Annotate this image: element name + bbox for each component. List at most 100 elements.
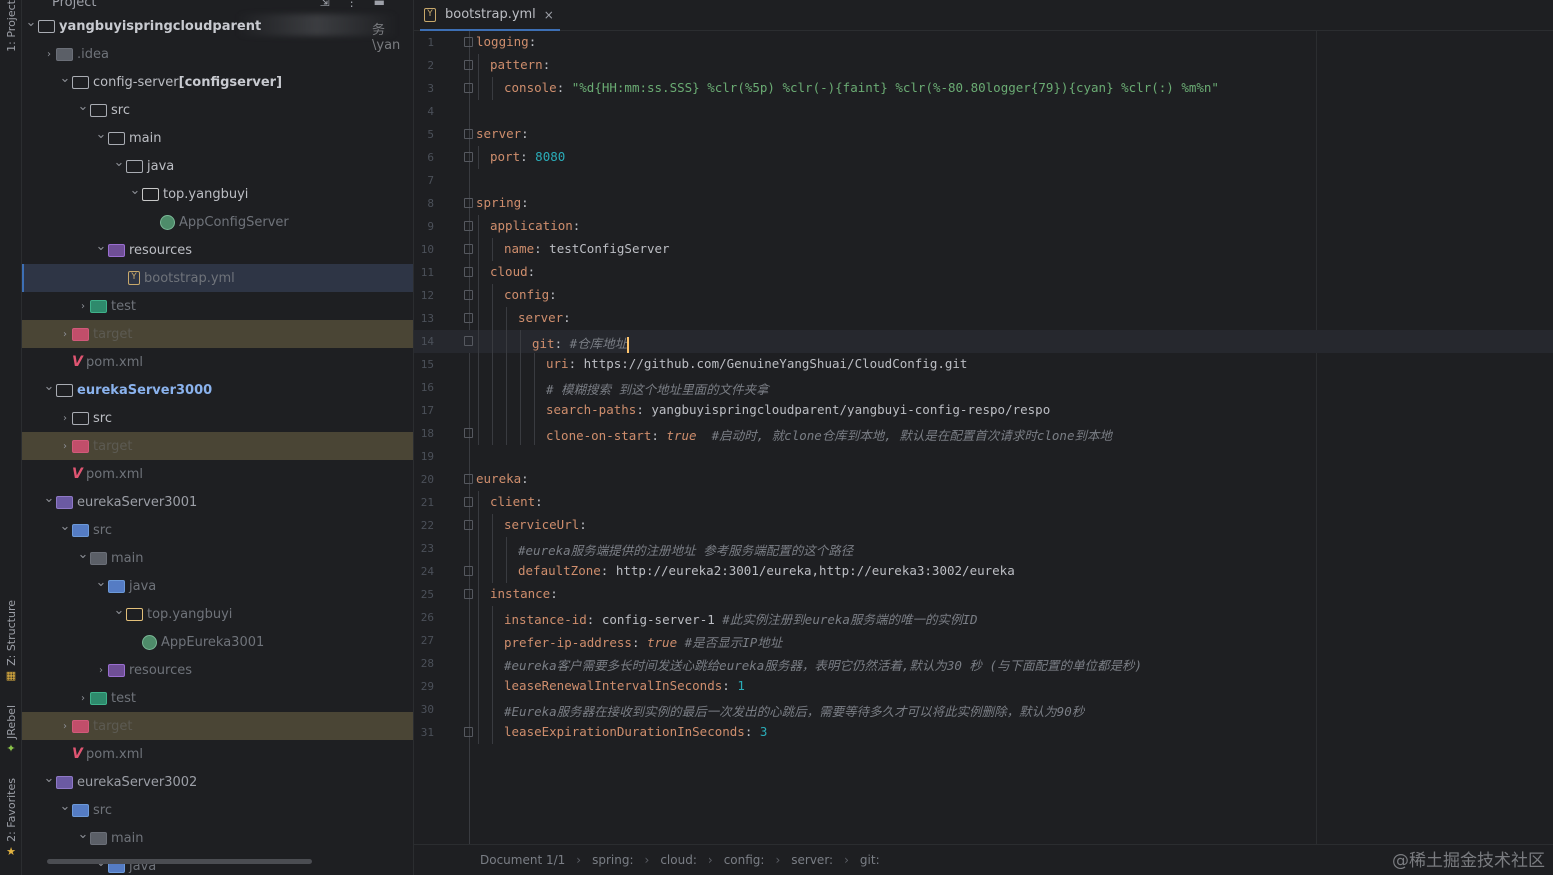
code-line[interactable]: 9 application: <box>414 215 1553 238</box>
chevron-down-icon[interactable]: ⌄ <box>128 183 142 198</box>
chevron-right-icon[interactable]: › <box>58 721 72 732</box>
fold-marker-icon[interactable] <box>464 152 473 162</box>
tree-item[interactable]: AppEureka3001 <box>22 628 413 656</box>
code-line[interactable]: 1 logging: <box>414 31 1553 54</box>
tree-item[interactable]: ⌄ src <box>22 96 413 124</box>
fold-marker-icon[interactable] <box>464 589 473 599</box>
code-line[interactable]: 30 #Eureka服务器在接收到实例的最后一次发出的心跳后，需要等待多久才可以将… <box>414 698 1553 721</box>
code-line[interactable]: 23 #eureka服务端提供的注册地址 参考服务端配置的这个路径 <box>414 537 1553 560</box>
chevron-down-icon[interactable]: ⌄ <box>112 603 126 618</box>
chevron-down-icon[interactable]: ⌄ <box>112 155 126 170</box>
tree-item[interactable]: ⌄ resources <box>22 236 413 264</box>
fold-marker-icon[interactable] <box>464 313 473 323</box>
structure-tool-tab[interactable]: Z: Structure ▦ <box>0 600 22 690</box>
breadcrumb-item[interactable]: git: <box>860 853 880 867</box>
chevron-right-icon[interactable]: › <box>76 301 90 312</box>
fold-marker-icon[interactable] <box>464 129 473 139</box>
breadcrumb-item[interactable]: Document 1/1 <box>480 853 565 867</box>
chevron-right-icon[interactable]: › <box>58 441 72 452</box>
breadcrumb-item[interactable]: config: <box>724 853 765 867</box>
code-line[interactable]: 11 cloud: <box>414 261 1553 284</box>
tree-item[interactable]: ⌄ eurekaServer3000 <box>22 376 413 404</box>
fold-marker-icon[interactable] <box>464 244 473 254</box>
fold-marker-icon[interactable] <box>464 727 473 737</box>
code-line[interactable]: 6 port: 8080 <box>414 146 1553 169</box>
chevron-down-icon[interactable]: ⌄ <box>58 519 72 534</box>
fold-marker-icon[interactable] <box>464 474 473 484</box>
tree-item[interactable]: Vpom.xml <box>22 348 413 376</box>
project-tool-tab[interactable]: 1: Project <box>0 0 22 70</box>
tree-item[interactable]: › .idea <box>22 40 413 68</box>
code-line[interactable]: 12 config: <box>414 284 1553 307</box>
code-line[interactable]: 21 client: <box>414 491 1553 514</box>
tree-item[interactable]: ⌄ main <box>22 824 413 852</box>
tree-item[interactable]: ⌄ java <box>22 572 413 600</box>
tree-item[interactable]: ⌄ eurekaServer3002 <box>22 768 413 796</box>
fold-marker-icon[interactable] <box>464 37 473 47</box>
chevron-down-icon[interactable]: ⌄ <box>76 827 90 842</box>
tree-item[interactable]: ⌄ top.yangbuyi <box>22 600 413 628</box>
tree-item[interactable]: › target <box>22 712 413 740</box>
tree-item[interactable]: ⌄ src <box>22 796 413 824</box>
chevron-down-icon[interactable]: ⌄ <box>94 239 108 254</box>
chevron-right-icon[interactable]: › <box>58 413 72 424</box>
code-line[interactable]: 27 prefer-ip-address: true #是否显示IP地址 <box>414 629 1553 652</box>
chevron-down-icon[interactable]: ⌄ <box>42 491 56 506</box>
tree-item[interactable]: ⌄ config-server [configserver] <box>22 68 413 96</box>
fold-marker-icon[interactable] <box>464 566 473 576</box>
code-line[interactable]: 4 <box>414 100 1553 123</box>
breadcrumb-item[interactable]: server: <box>791 853 833 867</box>
favorites-tool-tab[interactable]: 2: Favorites ★ <box>0 778 22 860</box>
chevron-right-icon[interactable]: › <box>58 329 72 340</box>
code-line[interactable]: 31 leaseExpirationDurationInSeconds: 3 <box>414 721 1553 744</box>
tree-item[interactable]: › src <box>22 404 413 432</box>
breadcrumb-item[interactable]: spring: <box>592 853 633 867</box>
jrebel-tool-tab[interactable]: JRebel ✦ <box>0 705 22 765</box>
fold-marker-icon[interactable] <box>464 336 473 346</box>
code-line[interactable]: 29 leaseRenewalIntervalInSeconds: 1 <box>414 675 1553 698</box>
breadcrumb-item[interactable]: cloud: <box>660 853 697 867</box>
tree-item[interactable]: ⌄ eurekaServer3001 <box>22 488 413 516</box>
fold-marker-icon[interactable] <box>464 267 473 277</box>
code-line[interactable]: 17 search-paths: yangbuyispringcloudparen… <box>414 399 1553 422</box>
chevron-down-icon[interactable]: ⌄ <box>58 799 72 814</box>
chevron-down-icon[interactable]: ⌄ <box>24 15 38 30</box>
tree-item[interactable]: ⌄ main <box>22 544 413 572</box>
chevron-down-icon[interactable]: ⌄ <box>94 575 108 590</box>
chevron-down-icon[interactable]: ⌄ <box>94 127 108 142</box>
fold-marker-icon[interactable] <box>464 83 473 93</box>
fold-marker-icon[interactable] <box>464 221 473 231</box>
code-line[interactable]: 13 server: <box>414 307 1553 330</box>
code-line[interactable]: 20 eureka: <box>414 468 1553 491</box>
code-line[interactable]: 19 <box>414 445 1553 468</box>
code-line[interactable]: 10 name: testConfigServer <box>414 238 1553 261</box>
code-line[interactable]: 25 instance: <box>414 583 1553 606</box>
code-line[interactable]: 3 console: "%d{HH:mm:ss.SSS} %clr(%5p) %c… <box>414 77 1553 100</box>
tree-item[interactable]: Vpom.xml <box>22 460 413 488</box>
chevron-right-icon[interactable]: › <box>76 693 90 704</box>
fold-marker-icon[interactable] <box>464 497 473 507</box>
chevron-down-icon[interactable]: ⌄ <box>76 547 90 562</box>
tree-item[interactable]: › target <box>22 432 413 460</box>
horizontal-scrollbar[interactable] <box>47 859 312 864</box>
tree-item[interactable]: AppConfigServer <box>22 208 413 236</box>
fold-marker-icon[interactable] <box>464 60 473 70</box>
fold-marker-icon[interactable] <box>464 198 473 208</box>
tree-item[interactable]: › target <box>22 320 413 348</box>
chevron-down-icon[interactable]: ⌄ <box>42 771 56 786</box>
tree-item[interactable]: › test <box>22 684 413 712</box>
panel-toolbar[interactable]: ⇲⋮▬ <box>320 0 401 9</box>
chevron-down-icon[interactable]: ⌄ <box>42 379 56 394</box>
tree-item[interactable]: ⌄ java <box>22 152 413 180</box>
tree-item[interactable]: ⌄ main <box>22 124 413 152</box>
tree-item[interactable]: ⌄ src <box>22 516 413 544</box>
tree-item[interactable]: › resources <box>22 656 413 684</box>
tree-item[interactable]: › test <box>22 292 413 320</box>
chevron-right-icon[interactable]: › <box>94 665 108 676</box>
chevron-down-icon[interactable]: ⌄ <box>58 71 72 86</box>
fold-marker-icon[interactable] <box>464 428 473 438</box>
code-line[interactable]: 15 uri: https://github.com/GenuineYangShu… <box>414 353 1553 376</box>
chevron-down-icon[interactable]: ⌄ <box>76 99 90 114</box>
tree-item[interactable]: ⌄ top.yangbuyi <box>22 180 413 208</box>
code-line[interactable]: 5 server: <box>414 123 1553 146</box>
